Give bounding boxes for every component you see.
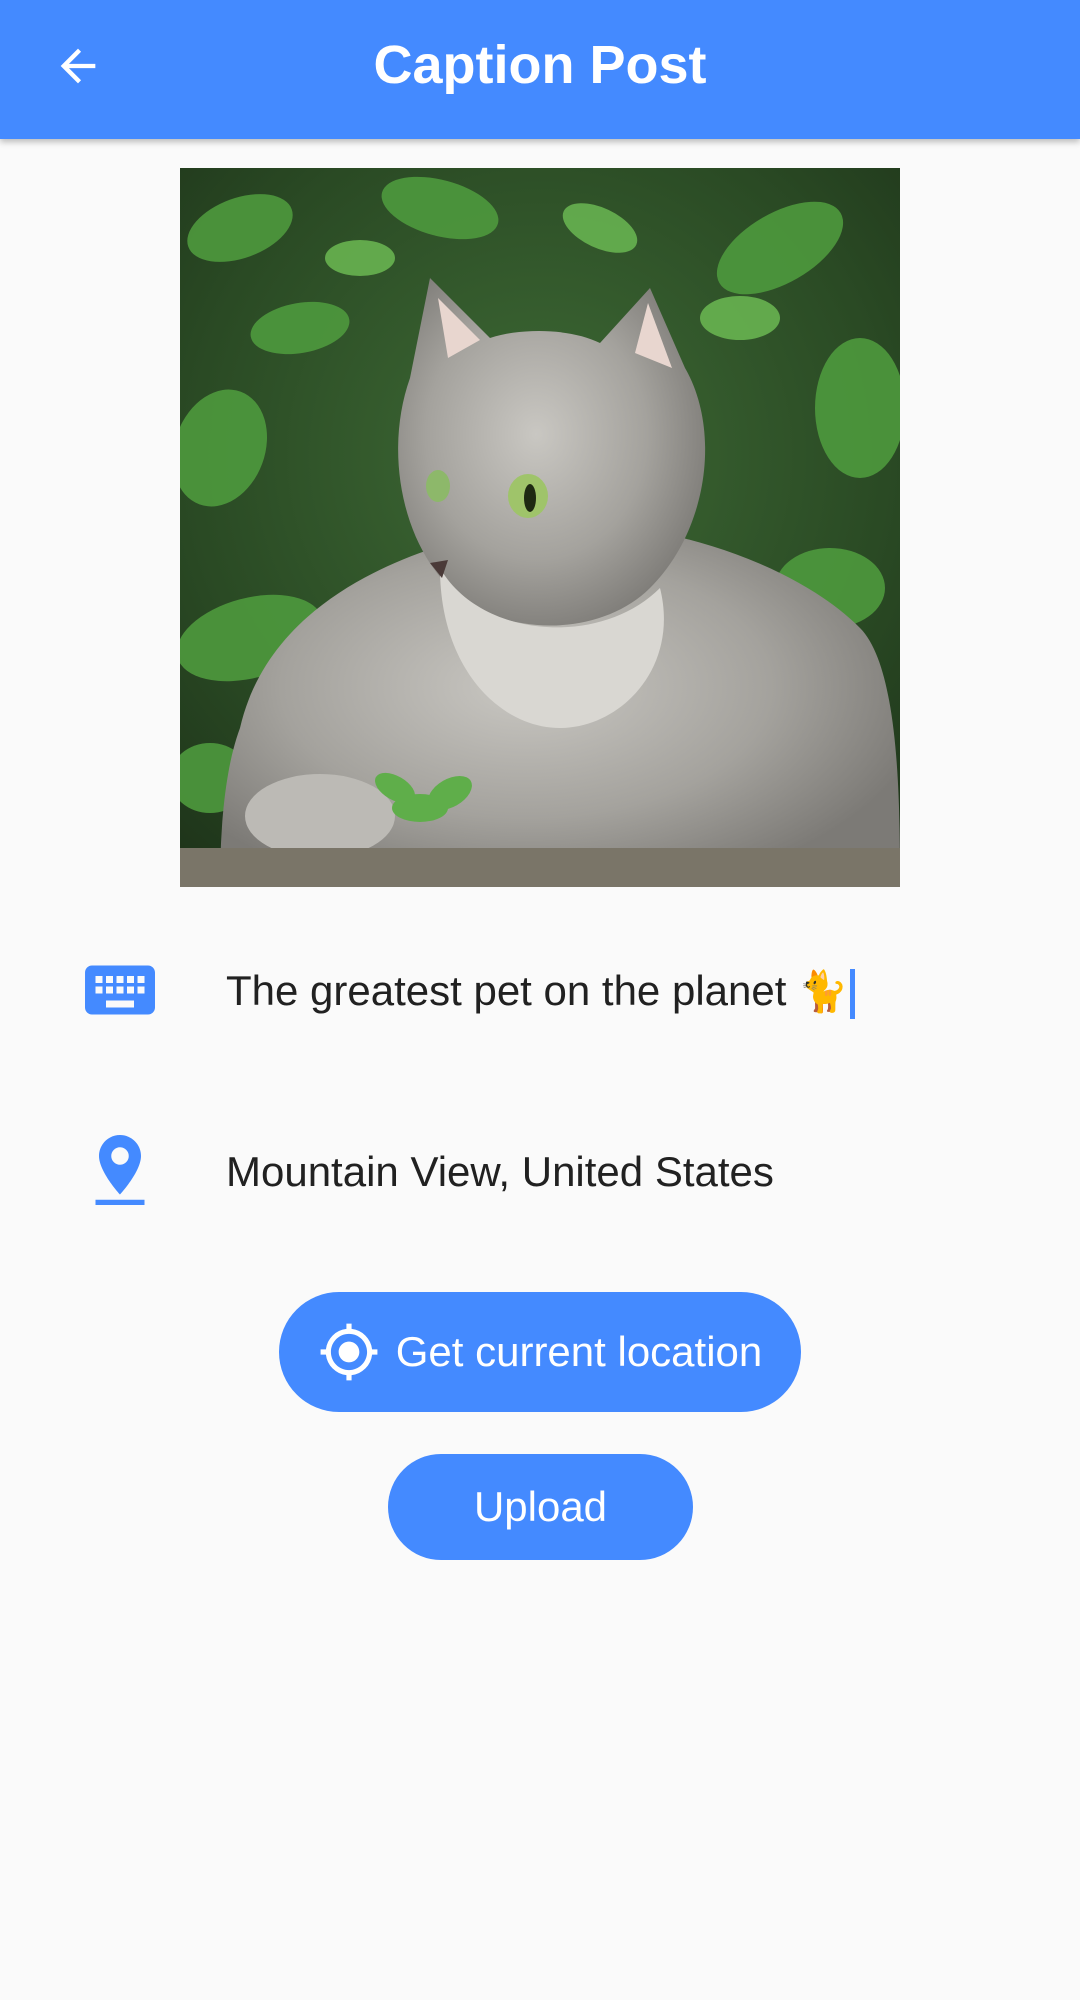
- location-field[interactable]: Mountain View, United States: [226, 1144, 774, 1200]
- upload-button[interactable]: Upload: [388, 1454, 693, 1560]
- cat-emoji: 🐈: [798, 969, 848, 1015]
- post-photo: [180, 168, 900, 887]
- location-row-icon: [78, 1128, 162, 1212]
- location-pin-icon: [95, 1135, 145, 1205]
- keyboard-icon: [85, 965, 155, 1015]
- get-current-location-label: Get current location: [395, 1328, 763, 1375]
- caption-row-icon: [78, 948, 162, 1032]
- caption-value: The greatest pet on the planet: [226, 967, 787, 1014]
- upload-label: Upload: [473, 1483, 608, 1530]
- caption-field[interactable]: The greatest pet on the planet 🐈: [226, 963, 855, 1020]
- page-title: Caption Post: [373, 35, 707, 95]
- gps-target-icon: [318, 1321, 380, 1383]
- app-bar: Caption Post: [0, 0, 1080, 139]
- text-cursor: [849, 968, 855, 1019]
- get-current-location-button[interactable]: Get current location: [279, 1292, 801, 1412]
